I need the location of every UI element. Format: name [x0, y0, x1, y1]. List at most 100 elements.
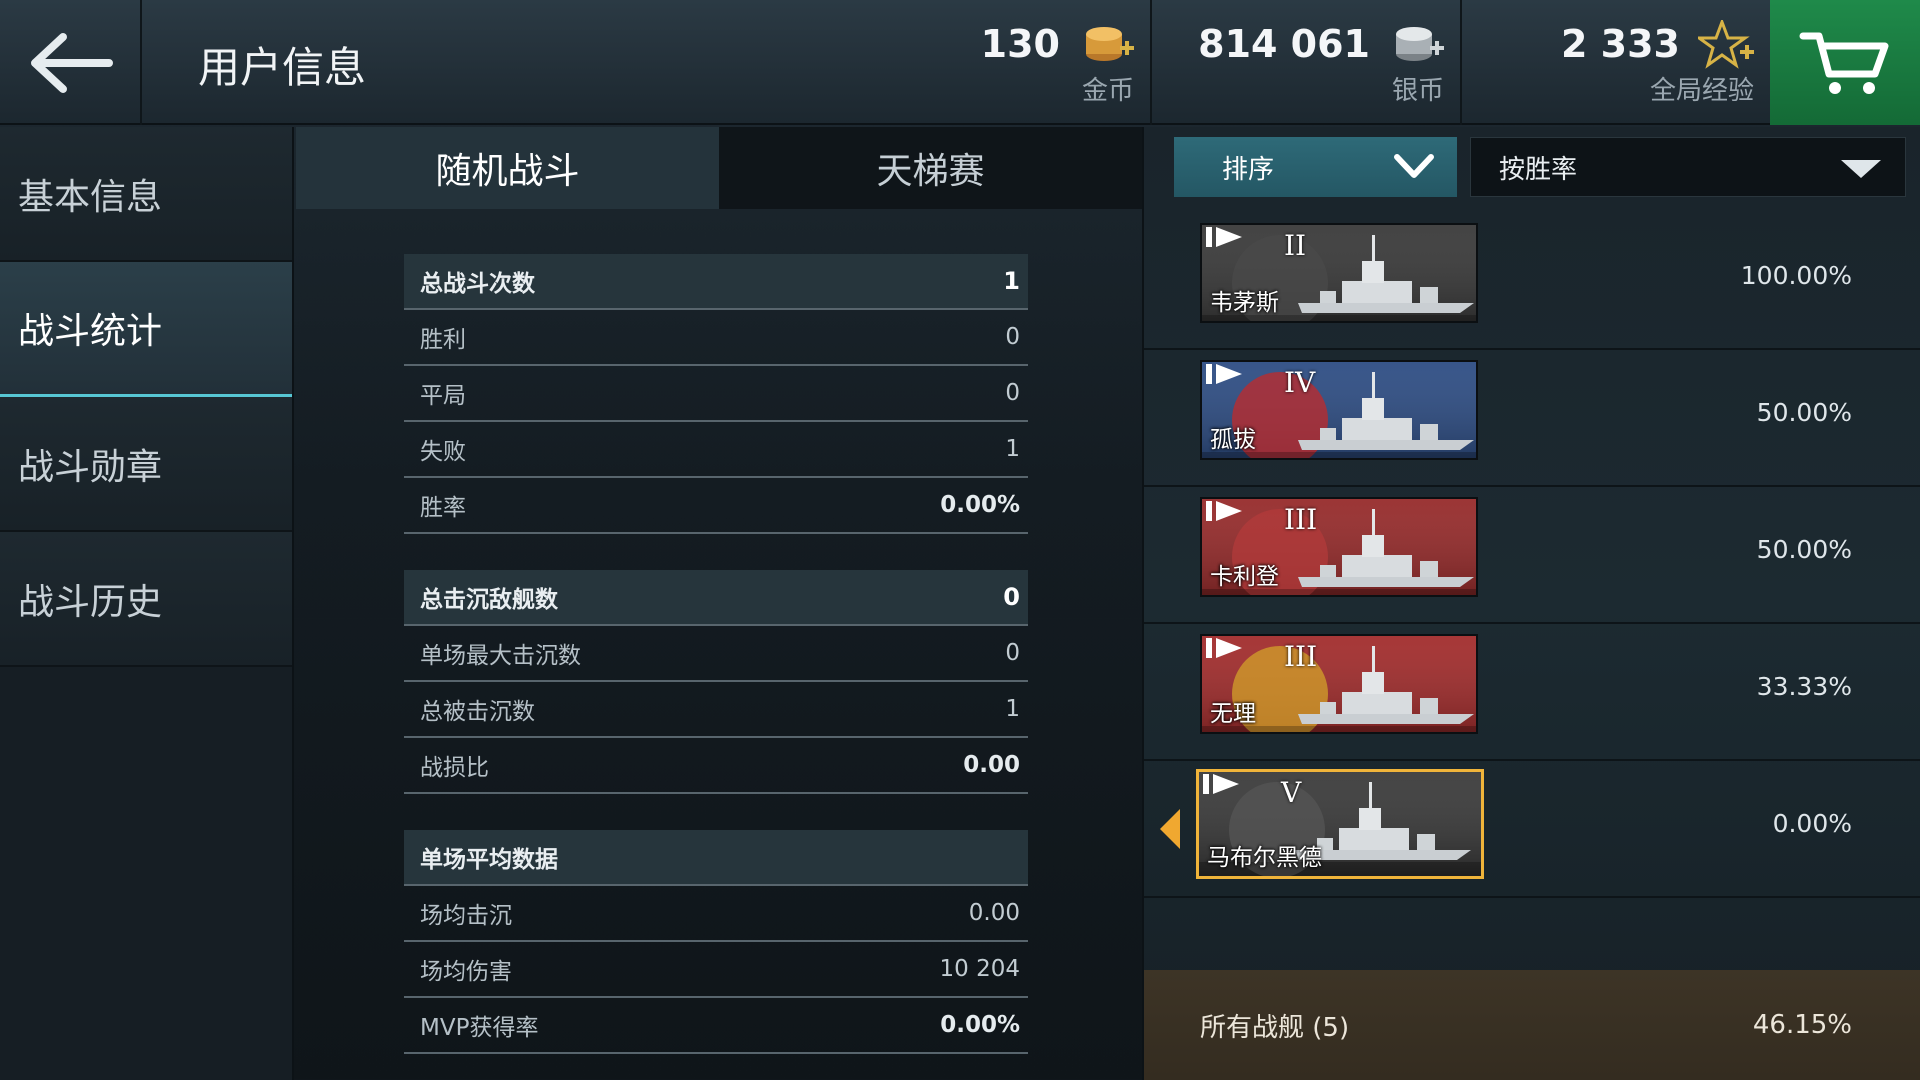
ship-tier: IV [1284, 366, 1316, 399]
stat-label: 战损比 [420, 755, 489, 781]
xp-value: 2 333 [1561, 22, 1680, 66]
silver-value: 814 061 [1198, 22, 1370, 66]
ship-card[interactable]: IV 孤拔 [1200, 360, 1478, 460]
ship-tier: III [1284, 503, 1318, 536]
stat-label: 场均伤害 [420, 959, 512, 985]
stat-row-avg-kills: 场均击沉 0.00 [404, 886, 1028, 942]
gold-coins-icon [1086, 27, 1134, 61]
stat-row-draws: 平局 0 [404, 366, 1028, 422]
stat-label: 场均击沉 [420, 903, 512, 929]
stat-value: 1 [1003, 267, 1020, 295]
stat-value: 0 [1005, 380, 1020, 406]
stat-label: 总击沉敌舰数 [420, 587, 558, 613]
top-bar: 用户信息 130 金币 814 061 银币 2 333 全局经验 [0, 0, 1920, 125]
sidebar-item-label: 战斗统计 [18, 311, 163, 352]
sidebar-item-basic-info[interactable]: 基本信息 [0, 127, 292, 262]
summary-label: 所有战舰 (5) [1200, 1012, 1350, 1043]
ship-winrate: 0.00% [1772, 809, 1852, 838]
gold-label: 金币 [1081, 76, 1134, 106]
stat-label: 总战斗次数 [420, 271, 535, 297]
sidebar-item-label: 战斗历史 [18, 581, 163, 623]
ship-card[interactable]: III 卡利登 [1200, 497, 1478, 597]
sidebar-item-label: 战斗勋章 [18, 446, 163, 488]
silver-label: 银币 [1391, 76, 1444, 106]
ship-row[interactable]: II 韦茅斯 100.00% [1144, 213, 1920, 350]
ship-row[interactable]: IV 孤拔 50.00% [1144, 350, 1920, 487]
stat-row-mvp-rate: MVP获得率 0.00% [404, 998, 1028, 1054]
ship-tier: II [1284, 229, 1307, 262]
stat-row-wins: 胜利 0 [404, 310, 1028, 366]
ship-row[interactable]: III 无理 33.33% [1144, 624, 1920, 761]
silver-coins-icon [1396, 27, 1444, 61]
sort-button-label: 排序 [1222, 154, 1275, 185]
dropdown-triangle-icon [1841, 160, 1881, 178]
stat-section-averages: 单场平均数据 [404, 830, 1028, 886]
stats-panel: 随机战斗 天梯赛 总战斗次数 1 胜利 0 平局 0 失败 1 胜率 0.00%… [296, 127, 1142, 1080]
stat-row-avg-damage: 场均伤害 10 204 [404, 942, 1028, 998]
stat-row-total-battles: 总战斗次数 1 [404, 254, 1028, 310]
ship-winrate: 50.00% [1756, 535, 1852, 564]
sort-toggle-button[interactable]: 排序 [1174, 137, 1457, 197]
selected-arrow-icon [1160, 809, 1180, 849]
sidebar-item-battle-medals[interactable]: 战斗勋章 [0, 397, 292, 532]
ship-card[interactable]: V 马布尔黑德 [1196, 769, 1484, 879]
stat-value: 0 [1003, 583, 1020, 611]
sort-criteria-select[interactable]: 按胜率 [1470, 137, 1906, 197]
stat-label: MVP获得率 [420, 1015, 539, 1041]
summary-winrate: 46.15% [1752, 1010, 1852, 1040]
sidebar-item-battle-stats[interactable]: 战斗统计 [0, 262, 292, 397]
sidebar-nav: 基本信息 战斗统计 战斗勋章 战斗历史 [0, 127, 294, 1080]
all-ships-summary[interactable]: 所有战舰 (5) 46.15% [1144, 970, 1920, 1080]
ship-tier: V [1281, 776, 1302, 809]
stat-value: 0.00% [940, 492, 1020, 518]
stat-value: 10 204 [939, 956, 1020, 982]
ship-name: 孤拔 [1210, 427, 1256, 453]
ship-list: II 韦茅斯 100.00% IV 孤拔 50.00% III 卡利登 50.00% III 无理 3… [1144, 213, 1920, 898]
stats-table: 总战斗次数 1 胜利 0 平局 0 失败 1 胜率 0.00% 总击沉敌舰数 0… [404, 254, 1028, 1054]
stat-value: 0.00% [940, 1012, 1020, 1038]
ship-row[interactable]: III 卡利登 50.00% [1144, 487, 1920, 624]
cart-icon [1799, 32, 1889, 94]
ship-card[interactable]: III 无理 [1200, 634, 1478, 734]
star-icon [1698, 20, 1754, 69]
stat-row-losses: 失败 1 [404, 422, 1028, 478]
stat-row-total-kills: 总击沉敌舰数 0 [404, 570, 1028, 626]
ship-winrate: 33.33% [1756, 672, 1852, 701]
cruiser-class-icon [1206, 638, 1242, 658]
xp-label: 全局经验 [1649, 76, 1754, 106]
xp-balance[interactable]: 2 333 全局经验 [1460, 0, 1770, 125]
stat-value: 0.00 [968, 900, 1020, 926]
battle-mode-tabs: 随机战斗 天梯赛 [296, 127, 1142, 209]
stat-label: 胜率 [420, 495, 466, 521]
stat-row-kd-ratio: 战损比 0.00 [404, 738, 1028, 794]
stat-label: 总被击沉数 [420, 699, 535, 725]
ship-name: 韦茅斯 [1210, 290, 1279, 316]
stat-label: 平局 [420, 383, 466, 409]
stat-label: 单场最大击沉数 [420, 643, 581, 669]
ship-ranking-panel: 排序 按胜率 II 韦茅斯 100.00% IV 孤拔 50.00% III 卡利登 50.00… [1142, 127, 1920, 1080]
ship-row[interactable]: V 马布尔黑德 0.00% [1144, 761, 1920, 898]
stat-row-winrate: 胜率 0.00% [404, 478, 1028, 534]
stat-row-deaths: 总被击沉数 1 [404, 682, 1028, 738]
sort-selected-value: 按胜率 [1499, 154, 1578, 185]
stat-value: 0 [1005, 640, 1020, 666]
stat-row-max-kills: 单场最大击沉数 0 [404, 626, 1028, 682]
silver-balance[interactable]: 814 061 银币 [1150, 0, 1460, 125]
stat-value: 1 [1005, 696, 1020, 722]
stat-label: 单场平均数据 [420, 847, 558, 873]
gold-value: 130 [980, 22, 1060, 66]
cruiser-class-icon [1206, 364, 1242, 384]
ship-winrate: 100.00% [1740, 261, 1852, 290]
cruiser-class-icon [1206, 227, 1242, 247]
stat-label: 胜利 [420, 327, 466, 353]
tab-ranked[interactable]: 天梯赛 [719, 127, 1142, 209]
tab-random-battle[interactable]: 随机战斗 [296, 127, 719, 209]
ship-name: 卡利登 [1210, 564, 1279, 590]
stat-value: 1 [1005, 436, 1020, 462]
ship-card[interactable]: II 韦茅斯 [1200, 223, 1478, 323]
stat-value: 0 [1005, 324, 1020, 350]
gold-balance[interactable]: 130 金币 [0, 0, 1150, 125]
shop-cart-button[interactable] [1770, 0, 1920, 125]
ship-winrate: 50.00% [1756, 398, 1852, 427]
sidebar-item-battle-history[interactable]: 战斗历史 [0, 532, 292, 667]
